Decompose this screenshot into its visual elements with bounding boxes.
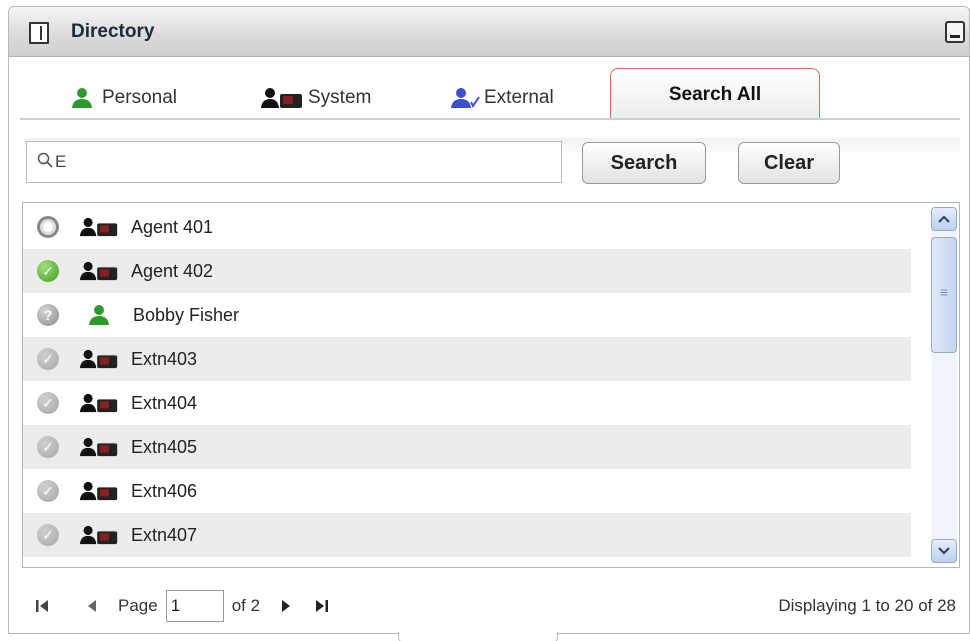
status-idle-icon: ✓ (37, 348, 59, 370)
person-phone-icon (261, 88, 302, 108)
list-item[interactable]: ✓ Extn404 (23, 381, 911, 425)
tab-system[interactable]: System (260, 80, 371, 116)
tab-external-label: External (484, 87, 554, 108)
person-phone-icon (79, 261, 118, 281)
tab-search-all[interactable]: Search All (610, 68, 820, 120)
search-icon (37, 152, 53, 173)
scroll-up-button[interactable] (931, 207, 957, 231)
chevron-up-icon (938, 215, 950, 223)
status-offline-icon (37, 216, 59, 238)
contact-name: Extn407 (131, 524, 198, 545)
search-toolbar: Search Clear (24, 138, 960, 194)
person-phone-icon (79, 525, 118, 545)
directory-tabs: Personal System External Search All (20, 68, 960, 120)
last-page-button[interactable] (310, 598, 334, 614)
search-input[interactable] (55, 147, 535, 177)
scroll-thumb[interactable] (931, 237, 957, 353)
page-count: of 2 (231, 596, 261, 615)
next-page-button[interactable] (274, 598, 298, 614)
tab-personal[interactable]: Personal (70, 80, 177, 116)
person-blue-arrow-icon (451, 88, 480, 108)
contact-name: Bobby Fisher (133, 304, 240, 325)
chevron-down-icon (938, 547, 950, 555)
title-bar: Directory (9, 7, 969, 57)
status-idle-icon: ✓ (37, 436, 59, 458)
status-idle-icon: ✓ (37, 392, 59, 414)
vertical-scrollbar[interactable] (929, 205, 957, 565)
tabs-divider (20, 118, 960, 120)
contact-name: Agent 401 (131, 216, 214, 237)
next-page-icon (282, 600, 291, 612)
minimize-button[interactable] (945, 21, 965, 43)
person-phone-icon (79, 393, 118, 413)
contact-name: Extn406 (131, 480, 198, 501)
contacts-list: Agent 401 ✓ Agent 402 ? Bobby Fisher ✓ E… (22, 202, 960, 568)
list-item[interactable]: ✓ Agent 402 (23, 249, 911, 293)
contact-name: Extn405 (131, 436, 198, 457)
person-phone-icon (79, 481, 118, 501)
last-page-icon (316, 600, 329, 612)
list-item[interactable]: ✓ Extn403 (23, 337, 911, 381)
list-item[interactable]: ✓ Extn406 (23, 469, 911, 513)
person-green-icon (89, 305, 109, 325)
tab-system-label: System (308, 87, 372, 108)
prev-page-icon (88, 600, 96, 612)
list-item[interactable]: ? Bobby Fisher (23, 293, 911, 337)
bottom-drag-handle[interactable] (398, 632, 558, 641)
contact-name: Agent 402 (131, 260, 214, 281)
first-page-button[interactable] (30, 598, 54, 614)
tab-search-all-label: Search All (668, 83, 762, 105)
tab-external[interactable]: External (450, 80, 554, 116)
list-item[interactable]: Agent 401 (23, 205, 911, 249)
person-phone-icon (79, 217, 118, 237)
contact-name: Extn403 (131, 348, 198, 369)
person-green-icon (72, 88, 92, 108)
scroll-down-button[interactable] (931, 539, 957, 563)
search-field[interactable] (26, 141, 562, 183)
clear-button[interactable]: Clear (738, 142, 840, 184)
page-label: Page (118, 596, 158, 615)
directory-icon (29, 22, 49, 44)
tab-personal-label: Personal (102, 87, 177, 108)
list-item[interactable]: ✓ Extn405 (23, 425, 911, 469)
list-item[interactable]: ✓ Extn407 (23, 513, 911, 557)
status-available-icon: ✓ (37, 260, 59, 282)
first-page-icon (36, 600, 48, 612)
pagination-bar: Page of 2 Displaying 1 to 20 of 28 (30, 584, 960, 628)
panel-title: Directory (71, 21, 155, 42)
displaying-status: Displaying 1 to 20 of 28 (778, 596, 956, 615)
prev-page-button[interactable] (80, 598, 104, 614)
contacts-rows: Agent 401 ✓ Agent 402 ? Bobby Fisher ✓ E… (23, 205, 911, 557)
status-unknown-icon: ? (37, 304, 59, 326)
contact-name: Extn404 (131, 392, 198, 413)
status-idle-icon: ✓ (37, 524, 59, 546)
person-phone-icon (79, 437, 118, 457)
search-button[interactable]: Search (582, 142, 706, 184)
page-number-input[interactable] (165, 590, 224, 622)
person-phone-icon (79, 349, 118, 369)
status-idle-icon: ✓ (37, 480, 59, 502)
